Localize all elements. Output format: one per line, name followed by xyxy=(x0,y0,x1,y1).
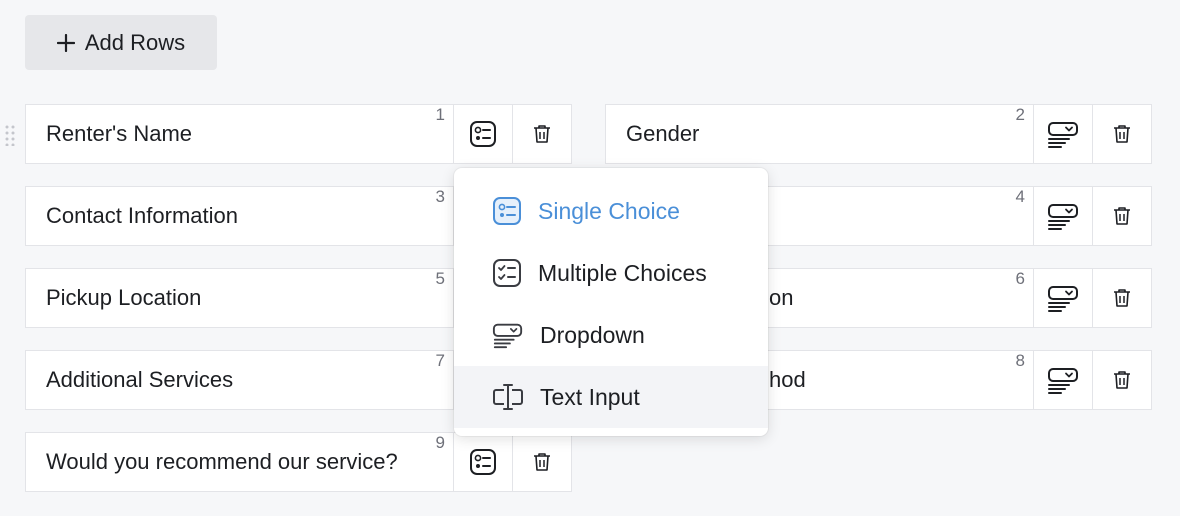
single-choice-icon xyxy=(470,449,496,475)
question-label: on xyxy=(769,285,794,310)
question-type-button[interactable] xyxy=(1033,105,1092,163)
question-label-cell[interactable]: Contact Information 3 xyxy=(26,187,453,245)
delete-row-button[interactable] xyxy=(1092,187,1151,245)
question-label-cell[interactable]: Pickup Location 5 xyxy=(26,269,453,327)
row-number: 4 xyxy=(1015,187,1025,206)
menu-item-label: Text Input xyxy=(540,383,640,410)
delete-row-button[interactable] xyxy=(1092,105,1151,163)
menu-item-multiple-choices[interactable]: Multiple Choices xyxy=(454,242,768,304)
question-type-button[interactable] xyxy=(453,433,512,491)
question-label: Gender xyxy=(626,121,700,146)
menu-item-label: Dropdown xyxy=(540,321,645,348)
row-number: 3 xyxy=(435,187,445,206)
dropdown-icon xyxy=(1048,368,1078,394)
trash-icon xyxy=(534,125,550,143)
question-label-cell[interactable]: Would you recommend our service? 9 xyxy=(26,433,453,491)
row-number: 6 xyxy=(1015,269,1025,288)
delete-row-button[interactable] xyxy=(1092,351,1151,409)
plus-icon xyxy=(56,33,75,52)
multiple-choice-icon xyxy=(493,259,521,287)
dropdown-icon xyxy=(1048,122,1078,148)
menu-item-dropdown[interactable]: Dropdown xyxy=(454,304,768,366)
question-type-button[interactable] xyxy=(453,105,512,163)
trash-icon xyxy=(1114,125,1130,143)
question-label: Renter's Name xyxy=(46,121,193,146)
single-choice-icon xyxy=(493,197,521,225)
menu-item-text-input[interactable]: Text Input xyxy=(454,366,768,428)
row-number: 9 xyxy=(435,433,445,452)
question-row: Renter's Name 1 xyxy=(25,104,572,164)
menu-item-label: Multiple Choices xyxy=(538,259,707,286)
single-choice-icon xyxy=(470,121,496,147)
add-rows-button[interactable]: Add Rows xyxy=(25,15,217,70)
question-label-cell[interactable]: Renter's Name 1 xyxy=(26,105,453,163)
question-label: Pickup Location xyxy=(46,285,202,310)
trash-icon xyxy=(1114,371,1130,389)
delete-row-button[interactable] xyxy=(512,433,571,491)
question-label: hod xyxy=(769,367,806,392)
question-row: Gender 2 xyxy=(605,104,1152,164)
question-type-button[interactable] xyxy=(1033,351,1092,409)
text-input-icon xyxy=(493,384,523,410)
menu-item-single-choice[interactable]: Single Choice xyxy=(454,180,768,242)
question-type-button[interactable] xyxy=(1033,269,1092,327)
dropdown-icon xyxy=(492,323,523,349)
trash-icon xyxy=(1114,289,1130,307)
row-number: 1 xyxy=(435,105,445,124)
trash-icon xyxy=(534,453,550,471)
menu-item-label: Single Choice xyxy=(538,197,680,224)
trash-icon xyxy=(1114,207,1130,225)
question-label: Would you recommend our service? xyxy=(46,449,398,474)
question-type-button[interactable] xyxy=(1033,187,1092,245)
delete-row-button[interactable] xyxy=(512,105,571,163)
delete-row-button[interactable] xyxy=(1092,269,1151,327)
dropdown-icon xyxy=(1048,286,1078,312)
question-label-cell[interactable]: Additional Services 7 xyxy=(26,351,453,409)
question-label: Additional Services xyxy=(46,367,234,392)
question-type-menu: Single Choice Multiple Choices Dropdown … xyxy=(454,168,768,436)
row-number: 8 xyxy=(1015,351,1025,370)
add-rows-label: Add Rows xyxy=(84,29,186,55)
row-number: 2 xyxy=(1015,105,1025,124)
row-number: 7 xyxy=(435,351,445,370)
question-label-cell[interactable]: Gender 2 xyxy=(606,105,1033,163)
drag-handle-icon[interactable] xyxy=(4,124,16,146)
question-label: Contact Information xyxy=(46,203,238,228)
row-number: 5 xyxy=(435,269,445,288)
dropdown-icon xyxy=(1048,204,1078,230)
question-row: Would you recommend our service? 9 xyxy=(25,432,572,492)
